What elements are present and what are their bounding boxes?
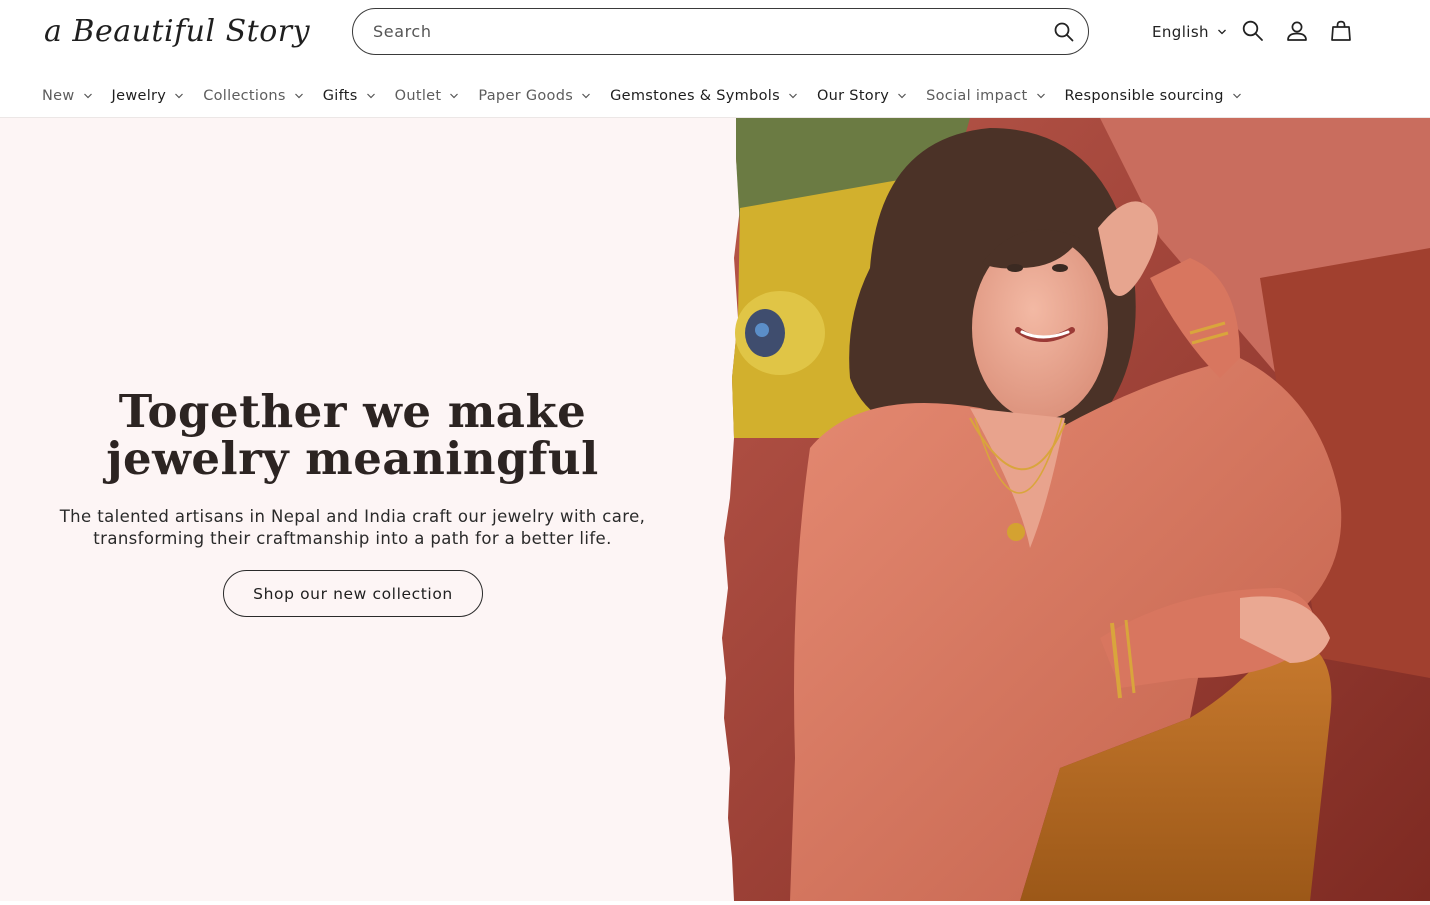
brand-logo-text: a Beautiful Story [44, 14, 311, 49]
nav-item-outlet[interactable]: Outlet [395, 88, 460, 104]
chevron-down-icon [175, 93, 184, 99]
hero-lifestyle-photo[interactable] [720, 118, 1430, 901]
chevron-down-icon [582, 93, 591, 99]
chevron-down-icon [1232, 93, 1241, 99]
hero-title-line-2: jewelry meaningful [106, 432, 599, 485]
chevron-down-icon [83, 93, 92, 99]
nav-item-our-story[interactable]: Our Story [817, 88, 907, 104]
hero-subtitle-line-2: transforming their craftmanship into a p… [93, 529, 612, 548]
user-icon[interactable] [1285, 19, 1309, 43]
search-input[interactable] [373, 9, 1033, 54]
language-label: English [1152, 23, 1209, 41]
hero-title: Together we make jewelry meaningful [0, 388, 705, 482]
search-bar [352, 8, 1089, 55]
chevron-down-icon [1218, 29, 1226, 35]
chevron-down-icon [1036, 93, 1045, 99]
chevron-down-icon [789, 93, 797, 99]
nav-item-paper-goods[interactable]: Paper Goods [478, 88, 591, 104]
nav-item-social-impact[interactable]: Social impact [926, 88, 1045, 104]
chevron-down-icon [294, 93, 303, 99]
chevron-down-icon [450, 93, 459, 99]
cart-bag-icon[interactable] [1329, 19, 1353, 43]
language-selector[interactable]: English [1152, 21, 1227, 43]
main-navigation: New Jewelry Collections Gifts Outlet Pap… [42, 84, 1261, 108]
brand-logo[interactable]: a Beautiful Story [44, 6, 310, 58]
hero-title-line-1: Together we make [118, 385, 587, 438]
hero-banner: Together we make jewelry meaningful The … [0, 118, 1430, 901]
nav-item-collections[interactable]: Collections [203, 88, 304, 104]
chevron-down-icon [898, 93, 907, 99]
nav-item-responsible-sourcing[interactable]: Responsible sourcing [1065, 88, 1242, 104]
shop-new-collection-button[interactable]: Shop our new collection [223, 570, 483, 617]
nav-item-new[interactable]: New [42, 88, 93, 104]
nav-item-jewelry[interactable]: Jewelry [112, 88, 185, 104]
search-submit-icon[interactable] [1052, 20, 1076, 44]
hero-text-panel: Together we make jewelry meaningful The … [0, 118, 740, 901]
search-icon[interactable] [1241, 19, 1265, 43]
site-header: a Beautiful Story English New Jewelry Co… [0, 0, 1430, 118]
hero-subtitle-line-1: The talented artisans in Nepal and India… [59, 507, 646, 526]
nav-item-gifts[interactable]: Gifts [323, 88, 376, 104]
chevron-down-icon [366, 93, 375, 99]
nav-item-gemstones-symbols[interactable]: Gemstones & Symbols [610, 88, 798, 104]
hero-subtitle: The talented artisans in Nepal and India… [0, 506, 705, 550]
